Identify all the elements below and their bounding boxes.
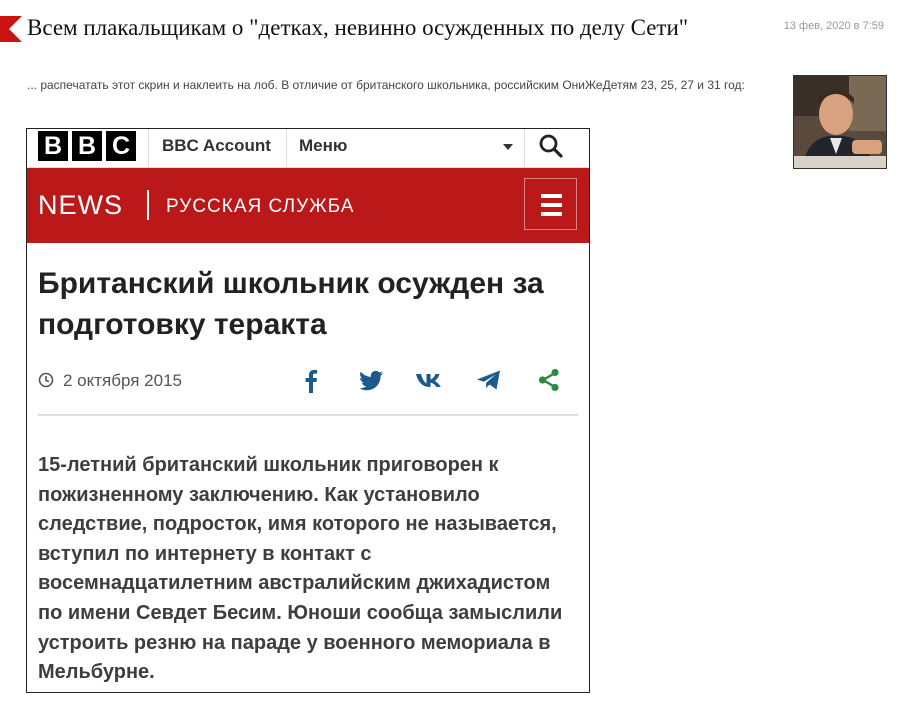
article-lead-paragraph: 15-летний британский школьник приговорен… xyxy=(38,454,563,684)
telegram-icon[interactable] xyxy=(474,366,504,394)
twitter-icon[interactable] xyxy=(356,366,386,394)
divider xyxy=(38,414,578,416)
hamburger-line xyxy=(541,203,562,207)
chevron-down-icon[interactable] xyxy=(503,144,513,150)
article-meta: 2 октября 2015 xyxy=(38,366,578,396)
bbc-news-banner: NEWS РУССКАЯ СЛУЖБА xyxy=(27,168,589,243)
clock-icon xyxy=(38,372,54,388)
bbc-account-link[interactable]: BBC Account xyxy=(162,136,271,156)
post-intro-text: ... распечатать этот скрин и наклеить на… xyxy=(27,78,745,92)
news-logo[interactable]: NEWS xyxy=(38,190,123,221)
hamburger-line xyxy=(541,194,562,198)
search-icon[interactable] xyxy=(538,133,564,159)
share-icon[interactable] xyxy=(534,366,564,394)
hamburger-line xyxy=(541,212,562,216)
vk-icon[interactable] xyxy=(414,366,444,394)
bbc-article-screenshot: B B C BBC Account Меню NEWS РУССКАЯ СЛУЖ… xyxy=(26,128,590,693)
post-header: Всем плакальщикам о "детках, невинно осу… xyxy=(0,10,900,50)
service-name: РУССКАЯ СЛУЖБА xyxy=(166,196,355,217)
hamburger-menu-icon[interactable] xyxy=(524,178,577,230)
bbc-logo-letter: B xyxy=(38,131,68,161)
article-headline: Британский школьник осужден за подготовк… xyxy=(38,267,544,341)
red-flag-icon xyxy=(0,16,22,42)
bbc-logo[interactable]: B B C xyxy=(38,131,136,161)
news-separator xyxy=(147,190,149,220)
bbc-logo-letter: C xyxy=(106,131,136,161)
post-title[interactable]: Всем плакальщикам о "детках, невинно осу… xyxy=(27,15,688,41)
author-avatar[interactable] xyxy=(793,75,887,169)
bbc-top-nav: B B C BBC Account Меню xyxy=(27,129,589,168)
avatar-photo xyxy=(794,76,886,168)
menu-dropdown[interactable]: Меню xyxy=(299,136,347,156)
facebook-icon[interactable] xyxy=(296,366,326,394)
nav-divider xyxy=(286,129,287,167)
nav-divider xyxy=(148,129,149,167)
bbc-logo-letter: B xyxy=(72,131,102,161)
article-date: 2 октября 2015 xyxy=(63,371,182,390)
nav-divider xyxy=(524,129,525,167)
post-date: 13 фев, 2020 в 7:59 xyxy=(783,20,884,32)
